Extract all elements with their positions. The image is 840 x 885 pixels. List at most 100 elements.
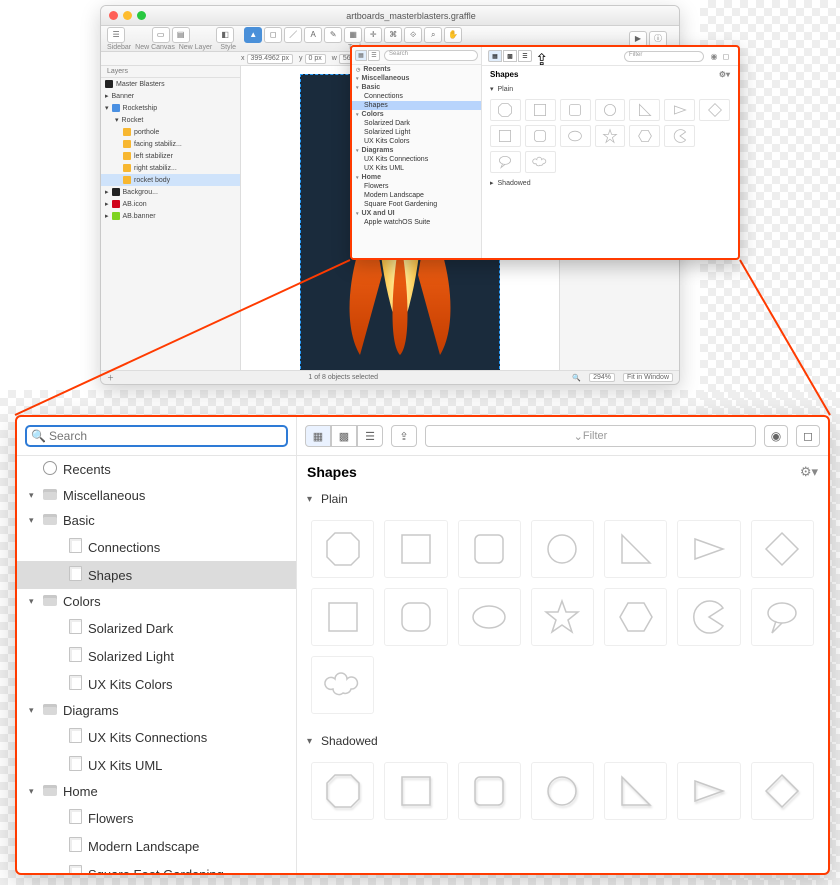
shape-octagon[interactable] [490, 99, 521, 121]
shape-right-triangle[interactable] [604, 520, 667, 578]
shape-circle[interactable] [531, 762, 594, 820]
shape-rounded[interactable] [560, 99, 591, 121]
add-layer-icon[interactable]: ＋ [107, 373, 114, 383]
y-value[interactable]: 0 px [305, 54, 326, 64]
new-canvas-button[interactable]: ▭ [152, 27, 170, 43]
shape-speech[interactable] [751, 588, 814, 646]
mini-item[interactable]: Apple watchOS Suite [352, 218, 481, 227]
shape-ellipse[interactable] [458, 588, 521, 646]
shape-cloud[interactable] [311, 656, 374, 714]
sidebar-group-home[interactable]: ▾Home [17, 779, 296, 804]
shape-speech[interactable] [490, 151, 521, 173]
share-icon[interactable]: ⇪ [391, 425, 417, 447]
shape-tool-button[interactable]: ◻ [264, 27, 282, 43]
list-view-icon[interactable]: ☰ [518, 50, 532, 62]
layer-row-selected[interactable]: rocket body [101, 174, 240, 186]
sidebar-toggle-button[interactable]: ☰ [107, 27, 125, 43]
shape-square[interactable] [384, 520, 447, 578]
sidebar-item[interactable]: UX Kits UML [17, 751, 296, 779]
shape-square[interactable] [525, 99, 556, 121]
mini-filter-field[interactable]: Filter [624, 51, 704, 62]
mini-section-shadowed[interactable]: ▸Shadowed [482, 177, 738, 189]
mini-item[interactable]: UX Kits Colors [352, 137, 481, 146]
mini-item[interactable]: Solarized Light [352, 128, 481, 137]
mini-group[interactable]: ▾UX and UI [352, 209, 481, 218]
magnet-tool-button[interactable]: ⟐ [404, 27, 422, 43]
mini-item[interactable]: UX Kits UML [352, 164, 481, 173]
mini-group[interactable]: ▾Diagrams [352, 146, 481, 155]
layer-row[interactable]: ▸Banner [101, 90, 240, 102]
shape-rounded2[interactable] [384, 588, 447, 646]
sidebar-group-basic[interactable]: ▾Basic [17, 508, 296, 533]
line-tool-button[interactable]: ／ [284, 27, 302, 43]
style-button[interactable]: ◧ [216, 27, 234, 43]
grid-large-icon[interactable]: ▦ [488, 50, 502, 62]
shape-cloud[interactable] [525, 151, 556, 173]
shape-star[interactable] [595, 125, 626, 147]
sidebar-item[interactable]: Solarized Light [17, 642, 296, 670]
shape-pacman[interactable] [677, 588, 740, 646]
mini-search-field[interactable]: Search [384, 50, 478, 61]
shape-right-triangle[interactable] [604, 762, 667, 820]
mini-recents[interactable]: ◷Recents [352, 65, 481, 74]
shape-triangle[interactable] [664, 99, 695, 121]
sidebar-item-connections[interactable]: Connections [17, 533, 296, 561]
selection-tool-button[interactable]: ▲ [244, 27, 262, 43]
shape-hexagon[interactable] [629, 125, 660, 147]
section-plain[interactable]: ▾Plain [297, 488, 828, 510]
detach-icon[interactable]: ◻ [720, 52, 732, 61]
stamp-tool-button[interactable]: ⌘ [384, 27, 402, 43]
shape-pacman[interactable] [664, 125, 695, 147]
shape-diamond[interactable] [751, 520, 814, 578]
artboard-tool-button[interactable]: ▦ [344, 27, 362, 43]
text-tool-button[interactable]: A [304, 27, 322, 43]
layer-row[interactable]: porthole [101, 126, 240, 138]
share-icon[interactable]: ⇪ [535, 50, 549, 62]
eye-icon[interactable]: ◉ [708, 52, 720, 61]
layer-row[interactable]: ▸AB.icon [101, 198, 240, 210]
grid-large-icon[interactable]: ▦ [305, 425, 331, 447]
search-input[interactable] [25, 425, 288, 447]
layer-row[interactable]: ▾Rocket [101, 114, 240, 126]
shape-circle[interactable] [595, 99, 626, 121]
layer-row[interactable]: facing stabiliz... [101, 138, 240, 150]
shape-right-triangle[interactable] [629, 99, 660, 121]
mini-group[interactable]: ▾Home [352, 173, 481, 182]
shape-diamond[interactable] [751, 762, 814, 820]
grid-small-icon[interactable]: ▩ [503, 50, 517, 62]
shape-rounded[interactable] [458, 762, 521, 820]
gear-icon[interactable]: ⚙▾ [800, 464, 818, 480]
shape-square2[interactable] [311, 588, 374, 646]
shape-rounded[interactable] [458, 520, 521, 578]
artboard-row[interactable]: Master Blasters [101, 78, 240, 90]
mini-library-mode-toggle[interactable]: ▦ ☰ [355, 50, 380, 61]
new-layer-button[interactable]: ▤ [172, 27, 190, 43]
pen-tool-button[interactable]: ✎ [324, 27, 342, 43]
sidebar-recents[interactable]: Recents [17, 456, 296, 483]
layer-row[interactable]: left stabilizer [101, 150, 240, 162]
sidebar-group-diagrams[interactable]: ▾Diagrams [17, 698, 296, 723]
list-view-icon[interactable]: ☰ [357, 425, 383, 447]
shape-rounded2[interactable] [525, 125, 556, 147]
shape-circle[interactable] [531, 520, 594, 578]
sidebar-item-shapes[interactable]: Shapes [17, 561, 296, 589]
mini-item-selected[interactable]: Shapes [352, 101, 481, 110]
zoom-icon[interactable] [137, 11, 146, 20]
sidebar-item[interactable]: Solarized Dark [17, 614, 296, 642]
mini-item[interactable]: Flowers [352, 182, 481, 191]
view-mode-toggle[interactable]: ▦ ▩ ☰ [305, 425, 383, 447]
point-tool-button[interactable]: ✛ [364, 27, 382, 43]
mini-group[interactable]: ▾Colors [352, 110, 481, 119]
mini-group[interactable]: ▾Miscellaneous [352, 74, 481, 83]
mini-section-plain[interactable]: ▾Plain [482, 83, 738, 95]
shape-triangle[interactable] [677, 762, 740, 820]
shape-octagon[interactable] [311, 520, 374, 578]
layer-row[interactable]: ▸AB.banner [101, 210, 240, 222]
sidebar-item[interactable]: Flowers [17, 804, 296, 832]
grid-icon[interactable]: ▦ [355, 50, 367, 61]
shape-octagon[interactable] [311, 762, 374, 820]
shape-ellipse[interactable] [560, 125, 591, 147]
mini-item[interactable]: Square Foot Gardening [352, 200, 481, 209]
zoom-tool-button[interactable]: ⌕ [424, 27, 442, 43]
shape-hexagon[interactable] [604, 588, 667, 646]
